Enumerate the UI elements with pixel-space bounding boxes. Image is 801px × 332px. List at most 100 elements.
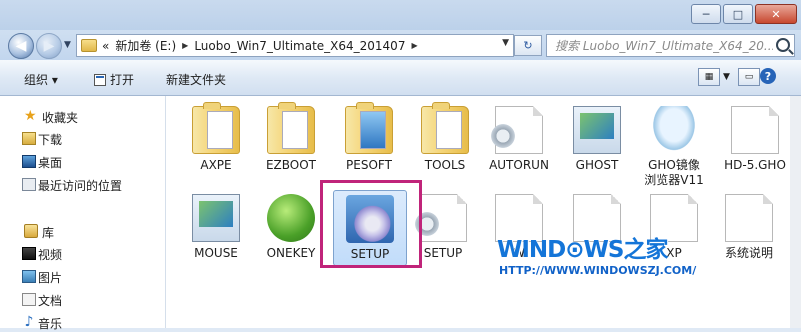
sidebar-libraries-label: 库: [42, 226, 55, 240]
help-button[interactable]: ?: [760, 68, 776, 84]
open-button[interactable]: 打开: [94, 71, 134, 88]
file-item[interactable]: HD-5.GHO: [720, 106, 790, 173]
maximize-button[interactable]: □: [723, 4, 753, 24]
config-file-icon: [488, 106, 543, 154]
refresh-button[interactable]: ↻: [514, 35, 542, 56]
file-item[interactable]: PESOFT: [334, 102, 404, 173]
address-bar[interactable]: « 新加卷 (E:) ▶ Luobo_Win7_Ultimate_X64_201…: [76, 34, 514, 57]
open-label: 打开: [110, 73, 135, 87]
sidebar-item-label: 桌面: [38, 156, 63, 170]
file-item[interactable]: ONEKEY: [256, 194, 326, 261]
ghost-explorer-icon: [650, 106, 698, 154]
desktop-icon: [22, 155, 36, 168]
star-icon: ★: [24, 108, 37, 124]
sidebar-libraries[interactable]: 库: [24, 224, 55, 241]
sidebar-item-desktop[interactable]: 桌面: [22, 154, 63, 171]
title-bar: ─ □ ✕: [0, 0, 801, 30]
file-name: 系统说明: [724, 246, 773, 260]
new-folder-button[interactable]: 新建文件夹: [166, 71, 226, 88]
file-item[interactable]: GHOST: [562, 106, 632, 173]
view-dropdown-icon[interactable]: ▼: [723, 72, 730, 82]
navigation-pane: ★ 收藏夹 下载 桌面 最近访问的位置 库 视频 图片 文档 ♪ 音乐: [0, 96, 166, 331]
watermark: WIND⊙WS之家 HTTP://WWW.WINDOWSZJ.COM/: [497, 224, 697, 284]
sidebar-item-downloads[interactable]: 下载: [22, 131, 63, 148]
sidebar-item-pictures[interactable]: 图片: [22, 269, 63, 286]
arrow-right-icon: ▶: [43, 38, 55, 54]
forward-button[interactable]: ▶: [36, 33, 62, 59]
view-icon[interactable]: ▦: [698, 68, 720, 86]
preview-pane-button[interactable]: ▭: [738, 68, 760, 86]
file-item[interactable]: TOOLS: [410, 102, 480, 173]
file-item[interactable]: AUTORUN: [484, 106, 554, 173]
minimize-button[interactable]: ─: [691, 4, 721, 24]
file-name: PESOFT: [346, 158, 392, 172]
help-icon: ?: [760, 68, 776, 84]
file-item[interactable]: GHO镜像 浏览器V11: [639, 106, 709, 188]
new-folder-label: 新建文件夹: [166, 73, 227, 87]
breadcrumb-drive[interactable]: 新加卷 (E:): [115, 37, 176, 54]
chevron-right-icon[interactable]: ▶: [182, 41, 188, 50]
highlight-frame: [320, 180, 422, 268]
folder-icon: [267, 102, 315, 154]
file-item[interactable]: 系统说明: [714, 194, 784, 261]
library-icon: [24, 224, 38, 238]
navigation-bar: ◀ ▶ ▼ « 新加卷 (E:) ▶ Luobo_Win7_Ultimate_X…: [0, 30, 801, 60]
file-item[interactable]: EZBOOT: [256, 102, 326, 173]
file-icon: [731, 106, 779, 154]
organize-label: 组织 ▾: [24, 73, 58, 87]
chevron-down-icon[interactable]: ▼: [502, 38, 509, 48]
picture-icon: [22, 270, 36, 283]
onekey-app-icon: [267, 194, 315, 242]
sidebar-item-label: 最近访问的位置: [38, 179, 123, 193]
history-dropdown-icon[interactable]: ▼: [64, 40, 71, 50]
sidebar-item-documents[interactable]: 文档: [22, 292, 63, 309]
download-folder-icon: [22, 132, 36, 145]
search-placeholder: 搜索 Luobo_Win7_Ultimate_X64_20...: [555, 39, 773, 53]
preview-pane-icon: ▭: [738, 68, 760, 86]
sidebar-favorites-label: 收藏夹: [42, 111, 79, 125]
watermark-title: WIND⊙WS之家: [497, 237, 668, 263]
scrollbar[interactable]: [790, 96, 801, 328]
sidebar-item-label: 下载: [38, 133, 63, 147]
music-icon: ♪: [24, 314, 34, 330]
file-icon: [725, 194, 773, 242]
sidebar-item-recent[interactable]: 最近访问的位置: [22, 177, 123, 194]
organize-button[interactable]: 组织 ▾: [24, 71, 58, 88]
folder-icon: [192, 102, 240, 154]
file-list: AXPE EZBOOT PESOFT TOOLS AUTORUN GHOST G…: [166, 96, 801, 328]
file-name: GHO镜像 浏览器V11: [644, 158, 704, 187]
close-button[interactable]: ✕: [755, 4, 797, 24]
file-item[interactable]: MOUSE: [181, 194, 251, 261]
chevron-right-icon[interactable]: ▶: [411, 41, 417, 50]
arrow-left-icon: ◀: [15, 38, 27, 54]
document-icon: [22, 293, 36, 306]
sidebar-item-label: 文档: [38, 294, 63, 308]
window-controls: ─ □ ✕: [691, 4, 797, 24]
video-icon: [22, 247, 36, 260]
breadcrumb-folder[interactable]: Luobo_Win7_Ultimate_X64_201407: [194, 39, 405, 53]
search-icon[interactable]: [776, 38, 790, 52]
refresh-icon: ↻: [523, 39, 533, 52]
file-name: TOOLS: [424, 158, 466, 172]
sidebar-item-label: 图片: [38, 271, 63, 285]
file-name: ONEKEY: [266, 246, 316, 260]
sidebar-item-videos[interactable]: 视频: [22, 246, 62, 263]
sidebar-item-label: 音乐: [38, 317, 63, 331]
breadcrumb-overflow[interactable]: «: [102, 39, 109, 53]
sidebar-favorites[interactable]: ★ 收藏夹: [24, 109, 79, 126]
command-bar: 组织 ▾ 打开 新建文件夹 ▦ ▼ ▭ ?: [0, 60, 801, 96]
application-icon: [573, 106, 621, 154]
search-input[interactable]: 搜索 Luobo_Win7_Ultimate_X64_20...: [546, 34, 795, 57]
folder-icon: [421, 102, 469, 154]
file-name: AUTORUN: [489, 158, 549, 172]
view-options[interactable]: ▦ ▼: [698, 68, 730, 86]
open-icon: [94, 73, 106, 86]
file-name: HD-5.GHO: [724, 158, 786, 172]
back-button[interactable]: ◀: [8, 33, 34, 59]
watermark-url: HTTP://WWW.WINDOWSZJ.COM/: [499, 264, 697, 277]
file-name: MOUSE: [194, 246, 238, 260]
file-name: GHOST: [575, 158, 619, 172]
file-name: EZBOOT: [265, 158, 317, 172]
sidebar-item-music[interactable]: ♪ 音乐: [25, 315, 63, 332]
file-item[interactable]: AXPE: [181, 102, 251, 173]
